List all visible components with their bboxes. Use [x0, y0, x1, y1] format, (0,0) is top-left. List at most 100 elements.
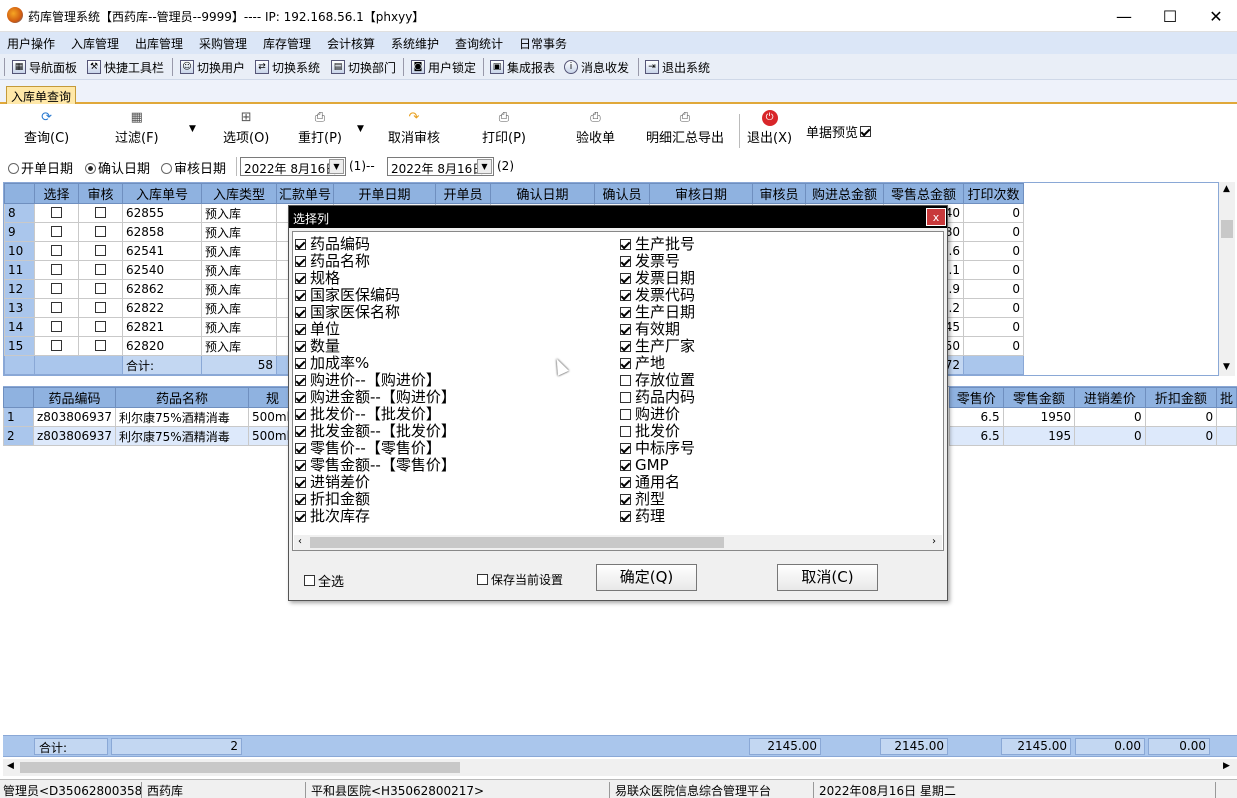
- tab-stock-in-query[interactable]: 入库单查询: [6, 86, 76, 104]
- column-option-checkbox[interactable]: [295, 273, 306, 284]
- select-all-option[interactable]: 全选: [304, 571, 344, 590]
- date-to-picker[interactable]: 2022年 8月16日 ▼: [387, 157, 494, 176]
- select-all-checkbox[interactable]: [304, 575, 315, 586]
- column-option[interactable]: 有效期: [620, 321, 680, 338]
- radio-confirm-date[interactable]: 确认日期: [85, 158, 150, 177]
- switch-user-button[interactable]: ☺ 切换用户: [180, 58, 245, 76]
- col-header[interactable]: 批: [1216, 387, 1237, 408]
- select-checkbox[interactable]: [51, 264, 62, 275]
- options-button[interactable]: ⊞ 选项(O): [223, 110, 269, 146]
- switch-system-button[interactable]: ⇄ 切换系统: [255, 58, 320, 76]
- scroll-right-icon[interactable]: ▶: [1223, 761, 1230, 771]
- chevron-left-icon[interactable]: ‹: [298, 536, 302, 547]
- shortcut-toolbar-button[interactable]: ⚒ 快捷工具栏: [87, 58, 164, 76]
- column-option-checkbox[interactable]: [620, 409, 631, 420]
- preview-toggle[interactable]: 单据预览: [806, 122, 872, 141]
- column-option-checkbox[interactable]: [295, 426, 306, 437]
- audit-checkbox[interactable]: [95, 207, 106, 218]
- confirm-button[interactable]: 确定(Q): [596, 564, 697, 591]
- column-option[interactable]: 国家医保名称: [295, 304, 400, 321]
- preview-checkbox[interactable]: [860, 126, 872, 137]
- column-option-checkbox[interactable]: [620, 239, 631, 250]
- radio-open-date[interactable]: 开单日期: [8, 158, 73, 177]
- column-option[interactable]: 零售价--【零售价】: [295, 440, 441, 457]
- column-option-checkbox[interactable]: [295, 443, 306, 454]
- menu-purchase[interactable]: 采购管理: [199, 35, 247, 52]
- column-option[interactable]: 批发金额--【批发价】: [295, 423, 456, 440]
- select-checkbox[interactable]: [51, 302, 62, 313]
- print-button[interactable]: ⎙ 打印(P): [482, 110, 526, 146]
- column-option[interactable]: 发票日期: [620, 270, 695, 287]
- column-option-checkbox[interactable]: [620, 511, 631, 522]
- acceptance-button[interactable]: ⎙ 验收单: [576, 110, 615, 146]
- select-checkbox[interactable]: [51, 207, 62, 218]
- column-option[interactable]: 产地: [620, 355, 665, 372]
- column-option[interactable]: 数量: [295, 338, 340, 355]
- col-header[interactable]: 入库单号: [122, 183, 202, 204]
- scroll-left-icon[interactable]: ◀: [7, 761, 14, 771]
- col-header[interactable]: 打印次数: [963, 183, 1024, 204]
- scroll-up-icon[interactable]: ▲: [1223, 184, 1230, 194]
- column-option-checkbox[interactable]: [620, 392, 631, 403]
- cancel-audit-button[interactable]: ↷ 取消审核: [388, 110, 440, 146]
- column-option[interactable]: 进销差价: [295, 474, 370, 491]
- column-option[interactable]: 发票代码: [620, 287, 695, 304]
- reprint-dropdown-arrow[interactable]: ▼: [357, 124, 364, 134]
- message-button[interactable]: i 消息收发: [564, 58, 629, 76]
- column-option[interactable]: 中标序号: [620, 440, 695, 457]
- column-option-checkbox[interactable]: [295, 324, 306, 335]
- column-option-checkbox[interactable]: [295, 239, 306, 250]
- column-option[interactable]: 折扣金额: [295, 491, 370, 508]
- column-option[interactable]: 加成率%: [295, 355, 369, 372]
- table-row[interactable]: 2 z803806937 利尔康75%酒精消毒 500ml: [3, 426, 298, 446]
- table-row[interactable]: 6.5 195 0 0: [949, 426, 1237, 446]
- column-option-checkbox[interactable]: [295, 375, 306, 386]
- column-option-checkbox[interactable]: [620, 273, 631, 284]
- maximize-button[interactable]: ☐: [1147, 0, 1193, 32]
- column-option-checkbox[interactable]: [295, 290, 306, 301]
- select-checkbox[interactable]: [51, 340, 62, 351]
- column-option[interactable]: 生产日期: [620, 304, 695, 321]
- col-header[interactable]: 开单员: [435, 183, 491, 204]
- column-option[interactable]: 零售金额--【零售价】: [295, 457, 456, 474]
- report-button[interactable]: ▣ 集成报表: [490, 58, 555, 76]
- column-option[interactable]: 批发价: [620, 423, 680, 440]
- exit-button[interactable]: ⏻ 退出(X): [747, 110, 792, 146]
- query-button[interactable]: ⟳ 查询(C): [24, 110, 69, 146]
- col-header[interactable]: 审核员: [752, 183, 806, 204]
- upper-vertical-scrollbar[interactable]: ▲ ▼: [1219, 182, 1235, 376]
- col-header[interactable]: 开单日期: [333, 183, 436, 204]
- column-option-checkbox[interactable]: [620, 477, 631, 488]
- column-option-checkbox[interactable]: [295, 341, 306, 352]
- select-checkbox[interactable]: [51, 321, 62, 332]
- column-option[interactable]: 批次库存: [295, 508, 370, 525]
- column-option-checkbox[interactable]: [620, 358, 631, 369]
- column-option[interactable]: 生产厂家: [620, 338, 695, 355]
- menu-daily[interactable]: 日常事务: [519, 35, 567, 52]
- dialog-close-button[interactable]: x: [926, 208, 946, 226]
- audit-checkbox[interactable]: [95, 226, 106, 237]
- column-option[interactable]: 购进价--【购进价】: [295, 372, 441, 389]
- table-row[interactable]: 1 z803806937 利尔康75%酒精消毒 500ml: [3, 407, 298, 427]
- column-option[interactable]: 购进价: [620, 406, 680, 423]
- column-option-checkbox[interactable]: [620, 375, 631, 386]
- menu-accounting[interactable]: 会计核算: [327, 35, 375, 52]
- column-option-checkbox[interactable]: [295, 477, 306, 488]
- table-row[interactable]: 6.5 1950 0 0: [949, 407, 1237, 427]
- nav-panel-button[interactable]: ▦ 导航面板: [12, 58, 77, 76]
- column-option[interactable]: 购进金额--【购进价】: [295, 389, 456, 406]
- scroll-thumb[interactable]: [20, 762, 460, 773]
- column-option[interactable]: 单位: [295, 321, 340, 338]
- col-header[interactable]: 折扣金额: [1144, 387, 1218, 408]
- col-header[interactable]: 入库类型: [201, 183, 277, 204]
- col-header[interactable]: 选择: [34, 183, 79, 204]
- save-setting-option[interactable]: 保存当前设置: [477, 571, 563, 588]
- col-header[interactable]: 药品名称: [115, 387, 250, 408]
- col-header[interactable]: 零售金额: [1002, 387, 1076, 408]
- column-option-checkbox[interactable]: [620, 494, 631, 505]
- column-option-checkbox[interactable]: [620, 443, 631, 454]
- column-option-checkbox[interactable]: [620, 324, 631, 335]
- minimize-button[interactable]: —: [1101, 0, 1147, 32]
- col-header[interactable]: 零售总金额: [883, 183, 964, 204]
- col-header[interactable]: 确认日期: [490, 183, 595, 204]
